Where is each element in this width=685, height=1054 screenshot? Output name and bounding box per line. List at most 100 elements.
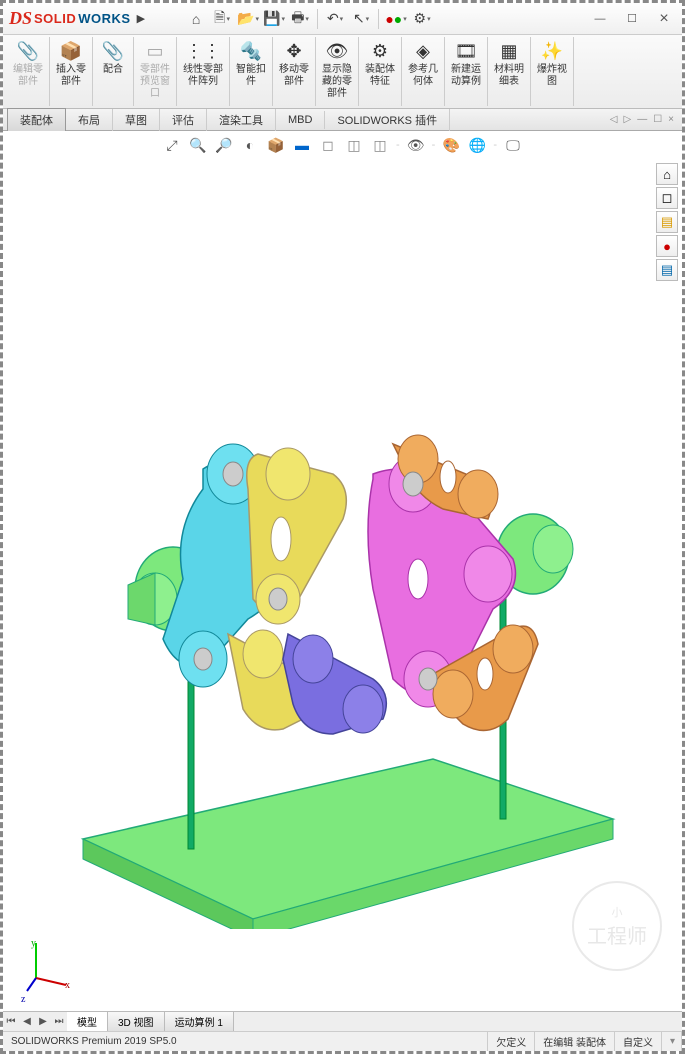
edit-part-label: 编辑零 部件: [13, 64, 43, 88]
ribbon-exploded[interactable]: ✨爆炸视 图: [533, 37, 571, 90]
appearance-icon[interactable]: 🎨: [441, 135, 461, 155]
title-bar: DS SOLIDWORKS ▶ ⌂ 🗎▾ 📂▾ 💾▾ 🖶▾ ↶▾ ↖▾ ●●▾ …: [3, 3, 682, 35]
linear-pattern-label: 线性零部 件阵列: [183, 64, 223, 88]
open-icon[interactable]: 📂▾: [237, 8, 259, 30]
status-custom: 自定义: [615, 1032, 662, 1051]
assembly-feat-icon: ⚙: [368, 39, 392, 63]
ribbon-assembly-feat[interactable]: ⚙装配体 特征: [361, 37, 399, 90]
ribbon-new-motion[interactable]: 🎞新建运 动算例: [447, 37, 485, 90]
move-comp-icon: ✥: [282, 39, 306, 63]
nav-left-icon[interactable]: ◁: [610, 114, 618, 125]
section-icon[interactable]: ◐: [240, 135, 260, 155]
ribbon-insert-comp[interactable]: 📦插入零 部件: [52, 37, 90, 90]
ribbon-smart-fastener[interactable]: 🔩智能扣 件: [232, 37, 270, 90]
graphics-viewport[interactable]: ⌂◻▤●▤: [3, 159, 682, 1011]
undo-icon[interactable]: ↶▾: [324, 8, 346, 30]
screen-icon[interactable]: 🖵: [503, 135, 523, 155]
show-hide-icon: 👁: [325, 39, 349, 63]
heads-up-toolbar: ⤢ 🔍 🔎 ◐ 📦 ▬ ◻ ◫ ◫ - 👁 - 🎨 🌐 - 🖵: [3, 131, 682, 159]
tab-nav-prev-icon[interactable]: ◀: [19, 1016, 35, 1027]
ribbon-linear-pattern[interactable]: ⋮⋮线性零部 件阵列: [179, 37, 227, 90]
new-icon[interactable]: 🗎▾: [211, 8, 233, 30]
eye-icon[interactable]: 👁: [406, 135, 426, 155]
btab-3dview[interactable]: 3D 视图: [108, 1012, 165, 1031]
hide-show-icon[interactable]: ◻: [318, 135, 338, 155]
scene-icon[interactable]: 🌐: [467, 135, 487, 155]
logo-ds-icon: DS: [9, 8, 32, 29]
tab-mbd[interactable]: MBD: [276, 111, 325, 129]
zoom-fit-icon[interactable]: ⤢: [162, 135, 182, 155]
ribbon-preview: ▭零部件 预览窗 口: [136, 37, 174, 102]
bom-icon: ▦: [497, 39, 521, 63]
tab-assembly[interactable]: 装配体: [7, 108, 66, 131]
doc-maximize-icon[interactable]: ☐: [653, 114, 662, 125]
close-button[interactable]: ×: [652, 10, 676, 28]
zoom-prev-icon[interactable]: 🔎: [214, 135, 234, 155]
preview-icon: ▭: [143, 39, 167, 63]
tab-nav-last-icon[interactable]: ⏭: [51, 1016, 67, 1027]
task-pane: ⌂◻▤●▤: [656, 163, 678, 281]
nav-right-icon[interactable]: ▷: [623, 114, 631, 125]
quick-access-toolbar: ⌂ 🗎▾ 📂▾ 💾▾ 🖶▾ ↶▾ ↖▾ ●●▾ ⚙▾: [185, 8, 433, 30]
ribbon-edit-part: 📎编辑零 部件: [9, 37, 47, 90]
edit-part-icon: 📎: [16, 39, 40, 63]
maximize-button[interactable]: ☐: [620, 10, 644, 28]
ribbon-toolbar: 📎编辑零 部件📦插入零 部件📎配合▭零部件 预览窗 口⋮⋮线性零部 件阵列🔩智能…: [3, 35, 682, 109]
ribbon-bom[interactable]: ▦材料明 细表: [490, 37, 528, 90]
ribbon-ref-geom[interactable]: ◈参考几 何体: [404, 37, 442, 90]
taskpane-home-icon[interactable]: ⌂: [656, 163, 678, 185]
tab-render[interactable]: 渲染工具: [207, 109, 276, 131]
tab-nav-first-icon[interactable]: ⏮: [3, 1016, 19, 1027]
btab-model[interactable]: 模型: [67, 1012, 108, 1031]
exploded-label: 爆炸视 图: [537, 64, 567, 88]
linear-pattern-icon: ⋮⋮: [191, 39, 215, 63]
logo-works: WORKS: [78, 11, 130, 26]
tab-addins[interactable]: SOLIDWORKS 插件: [325, 109, 450, 131]
bom-label: 材料明 细表: [494, 64, 524, 88]
isometric-icon[interactable]: ◫: [344, 135, 364, 155]
preview-label: 零部件 预览窗 口: [140, 64, 170, 100]
zoom-area-icon[interactable]: 🔍: [188, 135, 208, 155]
taskpane-sheet-icon[interactable]: ▤: [656, 211, 678, 233]
model-3d-view[interactable]: [33, 279, 633, 929]
title-menu-arrow-icon[interactable]: ▶: [137, 12, 145, 25]
select-icon[interactable]: ↖▾: [350, 8, 372, 30]
rebuild-icon[interactable]: ●●▾: [385, 8, 407, 30]
status-arrow-icon[interactable]: ▾: [662, 1032, 682, 1051]
doc-minimize-icon[interactable]: —: [637, 114, 647, 125]
triad-y-label: y: [31, 938, 36, 949]
doc-close-icon[interactable]: ×: [668, 114, 674, 125]
ribbon-move-comp[interactable]: ✥移动零 部件: [275, 37, 313, 90]
tab-evaluate[interactable]: 评估: [160, 109, 207, 131]
taskpane-props-icon[interactable]: ▤: [656, 259, 678, 281]
triad-z-label: z: [21, 994, 25, 1005]
triad-x-label: x: [65, 980, 70, 991]
insert-comp-icon: 📦: [59, 39, 83, 63]
ref-geom-icon: ◈: [411, 39, 435, 63]
view-orient-icon[interactable]: 📦: [266, 135, 286, 155]
tab-layout[interactable]: 布局: [66, 109, 113, 131]
tab-nav-next-icon[interactable]: ▶: [35, 1016, 51, 1027]
isometric2-icon[interactable]: ◫: [370, 135, 390, 155]
print-icon[interactable]: 🖶▾: [289, 8, 311, 30]
save-icon[interactable]: 💾▾: [263, 8, 285, 30]
btab-motion1[interactable]: 运动算例 1: [165, 1012, 234, 1031]
logo-solid: SOLID: [34, 11, 76, 26]
status-bar: SOLIDWORKS Premium 2019 SP5.0 欠定义 在编辑 装配…: [3, 1031, 682, 1051]
display-style-icon[interactable]: ▬: [292, 135, 312, 155]
ribbon-show-hide[interactable]: 👁显示隐 藏的零 部件: [318, 37, 356, 102]
move-comp-label: 移动零 部件: [279, 64, 309, 88]
tab-sketch[interactable]: 草图: [113, 109, 160, 131]
watermark: 小 工程师: [572, 881, 662, 971]
new-motion-icon: 🎞: [454, 39, 478, 63]
home-icon[interactable]: ⌂: [185, 8, 207, 30]
minimize-button[interactable]: —: [588, 10, 612, 28]
ribbon-mate[interactable]: 📎配合: [95, 37, 131, 78]
exploded-icon: ✨: [540, 39, 564, 63]
mate-icon: 📎: [101, 39, 125, 63]
ribbon-tabs: 装配体布局草图评估渲染工具MBDSOLIDWORKS 插件 ◁ ▷ — ☐ ×: [3, 109, 682, 131]
options-icon[interactable]: ⚙▾: [411, 8, 433, 30]
taskpane-appearance-icon[interactable]: ●: [656, 235, 678, 257]
taskpane-cube-icon[interactable]: ◻: [656, 187, 678, 209]
ref-geom-label: 参考几 何体: [408, 64, 438, 88]
